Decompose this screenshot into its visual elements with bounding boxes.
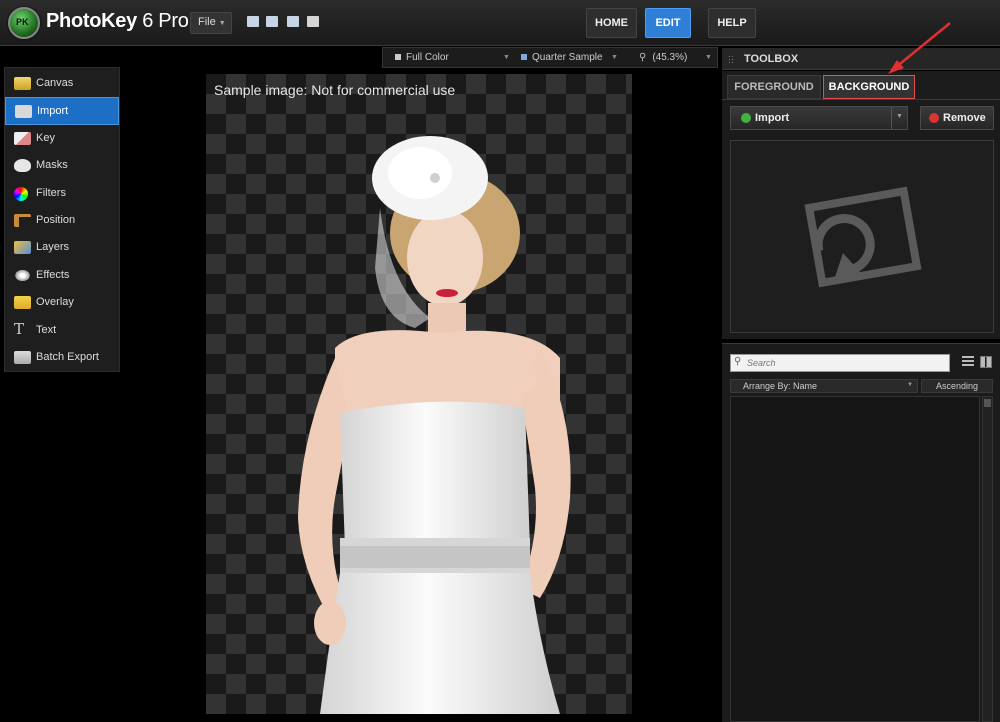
home-button[interactable]: HOME — [586, 8, 637, 38]
sidebar-item-label: Filters — [36, 186, 66, 199]
chevron-down-icon: ▼ — [611, 54, 618, 61]
sidebar-item-masks[interactable]: Masks — [5, 152, 119, 179]
key-icon — [14, 131, 31, 145]
position-icon — [14, 213, 31, 227]
logo-text: PK — [16, 17, 29, 27]
sample-mode-select[interactable]: Quarter Sample ▼ — [521, 48, 621, 67]
import-background-button[interactable]: Import ▼ — [730, 106, 908, 130]
canvas-icon — [14, 77, 31, 90]
app-name: PhotoKey — [46, 10, 137, 32]
scrollbar-thumb[interactable] — [984, 399, 991, 407]
sidebar-item-label: Effects — [36, 268, 70, 281]
sidebar-item-position[interactable]: Position — [5, 207, 119, 234]
sidebar-item-batch-export[interactable]: Batch Export — [5, 344, 119, 371]
file-menu-label: File — [198, 16, 216, 28]
app-title: PhotoKey 6 Pro — [46, 10, 189, 33]
save-icon[interactable] — [247, 16, 259, 27]
canvas-toolbar: Full Color ▼ Quarter Sample ▼ ⚲ (45.3%) ▼ — [382, 47, 718, 68]
masks-icon — [14, 159, 31, 173]
layers-icon — [14, 241, 31, 255]
bride-photo — [298, 136, 571, 714]
sidebar-item-label: Import — [37, 105, 69, 118]
sidebar-item-label: Masks — [36, 159, 68, 172]
color-mode-value: Full Color — [406, 52, 449, 63]
chevron-down-icon[interactable]: ▼ — [896, 113, 903, 120]
sidebar-item-key[interactable]: Key — [5, 125, 119, 152]
sidebar-item-label: Key — [36, 131, 55, 144]
zoom-icon: ⚲ — [639, 52, 647, 63]
list-scrollbar[interactable] — [982, 396, 993, 722]
print-icon[interactable] — [307, 16, 319, 27]
sample-watermark: Sample image: Not for commercial use — [214, 82, 456, 98]
import-icon — [15, 105, 32, 119]
tab-background[interactable]: BACKGROUND — [823, 75, 915, 99]
app-logo-icon: PK — [8, 7, 40, 39]
grid-view-icon[interactable] — [980, 356, 992, 368]
help-button[interactable]: HELP — [708, 8, 756, 38]
sidebar-item-import[interactable]: Import — [5, 97, 119, 125]
remove-background-button[interactable]: Remove — [920, 106, 994, 130]
sidebar-item-filters[interactable]: Filters — [5, 180, 119, 207]
edit-button[interactable]: EDIT — [645, 8, 691, 38]
search-icon: ⚲ — [734, 356, 742, 367]
sample-mode-icon — [521, 54, 527, 60]
overlay-icon — [14, 296, 31, 310]
drag-handle-icon[interactable] — [728, 55, 734, 63]
tab-foreground[interactable]: FOREGROUND — [727, 75, 821, 99]
sidebar: Canvas Import Key Masks Filters Position… — [4, 67, 120, 372]
sidebar-item-label: Batch Export — [36, 350, 99, 363]
button-divider — [891, 107, 892, 129]
background-preview[interactable] — [730, 140, 994, 333]
email-icon[interactable] — [287, 16, 299, 27]
sidebar-item-overlay[interactable]: Overlay — [5, 289, 119, 316]
sidebar-item-effects[interactable]: Effects — [5, 262, 119, 289]
chevron-down-icon: ▼ — [218, 20, 226, 27]
filters-icon — [14, 186, 28, 201]
zoom-value: (45.3%) — [652, 52, 688, 63]
file-menu[interactable]: File ▼ — [190, 12, 232, 34]
replace-image-icon — [804, 186, 922, 288]
top-bar: PK PhotoKey 6 Pro File ▼ HOME EDIT HELP — [0, 0, 1000, 46]
sample-mode-value: Quarter Sample — [532, 52, 603, 63]
remove-icon — [929, 113, 939, 123]
background-list[interactable] — [730, 396, 980, 722]
sort-order-button[interactable]: Ascending — [921, 379, 993, 393]
chevron-down-icon: ▼ — [907, 382, 913, 388]
effects-icon — [14, 268, 31, 282]
chevron-down-icon: ▼ — [503, 54, 510, 61]
arrange-by-select[interactable]: Arrange By: Name ▼ — [730, 379, 918, 393]
sidebar-item-label: Canvas — [36, 77, 74, 89]
zoom-select[interactable]: ⚲ (45.3%) ▼ — [639, 48, 715, 67]
text-icon: T — [14, 319, 25, 338]
batch-export-icon — [14, 350, 31, 364]
arrange-by-value: Arrange By: Name — [743, 381, 818, 391]
toolbox-title: TOOLBOX — [744, 53, 799, 65]
color-mode-icon — [395, 54, 401, 60]
list-view-icon[interactable] — [962, 356, 974, 368]
color-mode-select[interactable]: Full Color ▼ — [395, 48, 513, 67]
import-button-label: Import — [755, 112, 790, 124]
sidebar-item-label: Text — [36, 323, 57, 336]
search-box[interactable]: ⚲ — [730, 354, 950, 372]
annotation-arrow-icon — [888, 22, 951, 74]
sidebar-item-layers[interactable]: Layers — [5, 234, 119, 261]
add-icon — [741, 113, 751, 123]
sidebar-item-label: Layers — [36, 241, 70, 254]
sidebar-item-label: Position — [36, 213, 76, 226]
sidebar-item-label: Overlay — [36, 296, 74, 309]
search-input[interactable] — [747, 356, 947, 370]
sidebar-item-text[interactable]: T Text — [5, 317, 119, 344]
chevron-down-icon: ▼ — [705, 54, 712, 61]
remove-button-label: Remove — [943, 112, 986, 124]
app-version: 6 Pro — [142, 10, 189, 32]
sidebar-item-canvas[interactable]: Canvas — [5, 70, 119, 97]
export-icon[interactable] — [266, 16, 278, 27]
